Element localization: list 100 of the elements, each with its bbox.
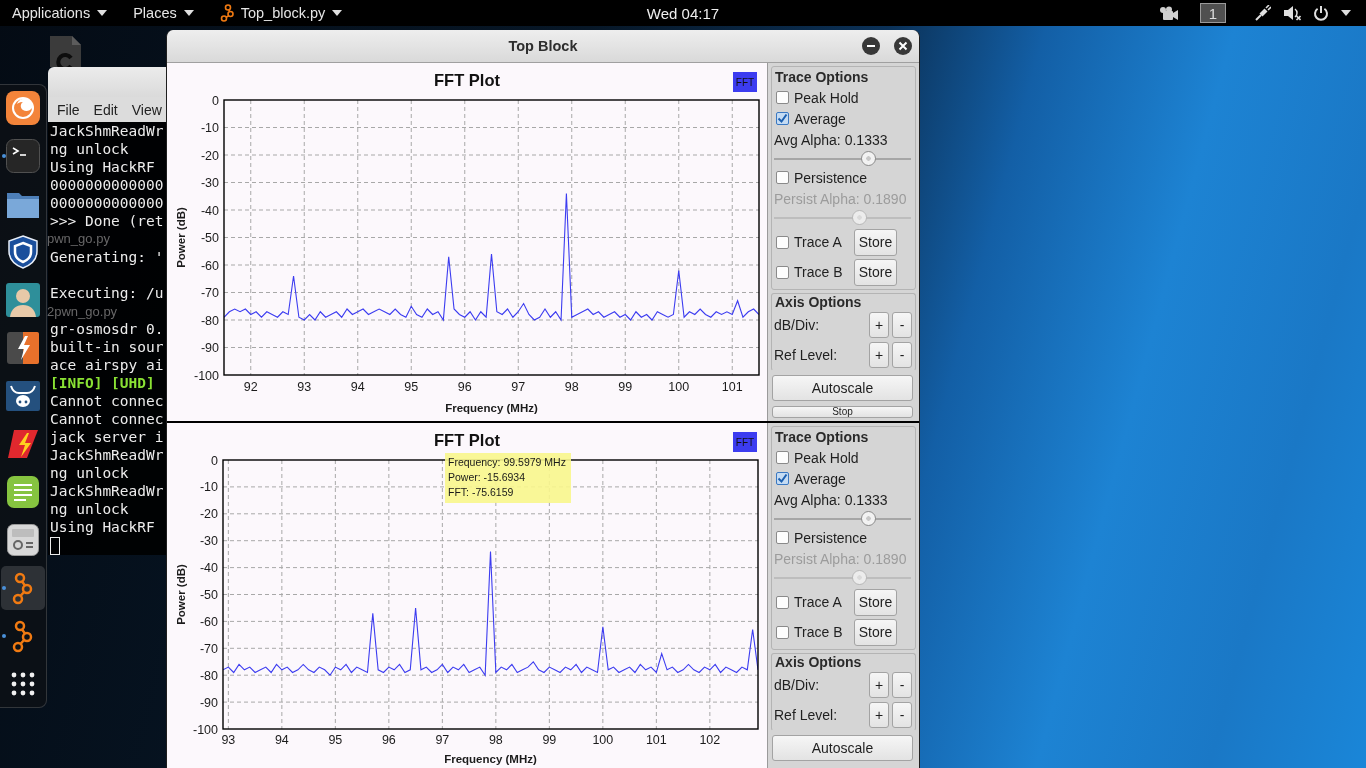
- volume-muted-icon[interactable]: [1283, 5, 1301, 21]
- slider-value: 0.1890: [863, 550, 907, 567]
- menu-button[interactable]: Places: [123, 0, 204, 26]
- checkbox-label: Trace B: [794, 624, 844, 640]
- autoscale-button[interactable]: Autoscale: [772, 735, 913, 761]
- autoscale-button[interactable]: Autoscale: [772, 375, 913, 401]
- file-name[interactable]: pwn_go.py: [47, 231, 110, 246]
- decrease-button[interactable]: -: [892, 312, 912, 338]
- terminal-line: 0000000000000: [50, 176, 164, 194]
- file-name[interactable]: 2pwn_go.py: [47, 304, 118, 319]
- legend: FFT: [733, 432, 757, 452]
- checkmark-icon: [777, 113, 788, 124]
- terminal-line: built-in sour: [50, 338, 164, 356]
- tick-label: -10: [200, 121, 219, 135]
- axis-title: Frequency (MHz): [444, 753, 537, 765]
- group-title: Trace Options: [774, 68, 869, 87]
- group-title: Axis Options: [774, 294, 862, 310]
- tick-label: -30: [199, 534, 218, 549]
- increase-button[interactable]: +: [869, 312, 889, 338]
- stop-button[interactable]: Stop: [772, 406, 913, 418]
- decrease-button[interactable]: -: [892, 342, 912, 368]
- terminal-line: Executing: /u: [50, 284, 164, 302]
- notes-icon: [5, 474, 41, 510]
- minimize-button[interactable]: [862, 37, 880, 55]
- tick-label: 98: [564, 380, 579, 394]
- tick-label: -70: [199, 641, 218, 656]
- tick-label: -100: [192, 722, 218, 737]
- slider-thumb[interactable]: [860, 511, 876, 526]
- caret-icon: [183, 10, 194, 16]
- decrease-button[interactable]: -: [892, 672, 912, 698]
- tick-label: -100: [193, 368, 219, 383]
- terminal-line: jack server i: [50, 428, 164, 446]
- checkbox[interactable]: [776, 595, 789, 609]
- terminal-line: Cannot connec: [50, 392, 164, 410]
- checkbox-label: Trace B: [794, 264, 844, 280]
- tick-label: -40: [200, 203, 219, 218]
- terminal-line: [INFO] [UHD]: [50, 374, 155, 392]
- checkbox[interactable]: [776, 472, 789, 485]
- shield-icon: [5, 234, 41, 270]
- store-button[interactable]: Store: [854, 618, 897, 646]
- terminal-line: Using HackRF: [50, 518, 155, 536]
- group-title: Trace Options: [774, 428, 869, 447]
- store-button[interactable]: Store: [854, 588, 897, 616]
- increase-button[interactable]: +: [869, 702, 889, 728]
- app-menu[interactable]: Top_block.py: [209, 0, 353, 26]
- stepper-label: dB/Div:: [774, 677, 821, 693]
- store-button[interactable]: Store: [854, 258, 897, 286]
- checkbox[interactable]: [776, 112, 789, 125]
- cursor-icon: [50, 537, 60, 555]
- tooltip-text: FFT: -75.6159: [448, 485, 514, 500]
- legend: FFT: [733, 72, 757, 92]
- increase-button[interactable]: +: [869, 672, 889, 698]
- menu-item[interactable]: View: [131, 101, 162, 118]
- store-button[interactable]: Store: [854, 228, 897, 256]
- tooltip-text: Power: -15.6934: [448, 470, 526, 485]
- checkbox[interactable]: [776, 265, 789, 279]
- decrease-button[interactable]: -: [892, 702, 912, 728]
- slider-thumb[interactable]: [860, 151, 876, 166]
- tick-label: -60: [200, 258, 219, 273]
- tick-label: -20: [200, 148, 219, 163]
- caret-icon[interactable]: [1341, 10, 1351, 16]
- control-panel-icon: [5, 522, 41, 558]
- checkbox[interactable]: [776, 91, 789, 104]
- tick-label: 98: [488, 733, 503, 747]
- tick-label: 101: [645, 733, 667, 747]
- bull-icon: [5, 378, 41, 414]
- tick-label: 100: [592, 733, 614, 747]
- checkbox[interactable]: [776, 531, 789, 544]
- plug-icon[interactable]: [1255, 5, 1271, 21]
- checkbox[interactable]: [776, 451, 789, 464]
- axis-title: Frequency (MHz): [445, 402, 538, 414]
- tick-label: -10: [199, 480, 218, 495]
- menu-item[interactable]: Edit: [93, 101, 118, 118]
- checkbox-label: Average: [794, 470, 846, 487]
- tick-label: 100: [668, 380, 690, 394]
- menu-item[interactable]: File: [57, 101, 80, 118]
- checkbox[interactable]: [776, 625, 789, 639]
- tick-label: 97: [511, 380, 526, 394]
- tick-label: 95: [404, 380, 419, 394]
- group-title: Axis Options: [774, 654, 862, 670]
- terminal-line: Generating: ': [50, 248, 164, 266]
- increase-button[interactable]: +: [869, 342, 889, 368]
- clock[interactable]: Wed 04:17: [640, 1, 726, 25]
- power-icon[interactable]: [1313, 5, 1329, 21]
- checkbox-label: Average: [794, 110, 846, 127]
- document-icon[interactable]: [47, 36, 83, 67]
- menu-button[interactable]: Applications: [2, 0, 118, 26]
- terminal-line: Cannot connec: [50, 410, 164, 428]
- checkbox[interactable]: [776, 235, 789, 249]
- tick-label: 93: [297, 380, 312, 394]
- checkbox-label: Trace A: [794, 234, 843, 250]
- workspace-switcher[interactable]: 1: [1200, 3, 1226, 23]
- tick-label: -50: [199, 588, 218, 602]
- terminal-line: ng unlock: [50, 140, 129, 158]
- video-camera-icon[interactable]: [1158, 6, 1178, 20]
- slider-label: Persist Alpha:: [774, 190, 860, 207]
- checkbox[interactable]: [776, 171, 789, 184]
- tick-label: -90: [199, 695, 218, 710]
- close-button[interactable]: [894, 37, 912, 55]
- tick-label: 96: [457, 380, 472, 394]
